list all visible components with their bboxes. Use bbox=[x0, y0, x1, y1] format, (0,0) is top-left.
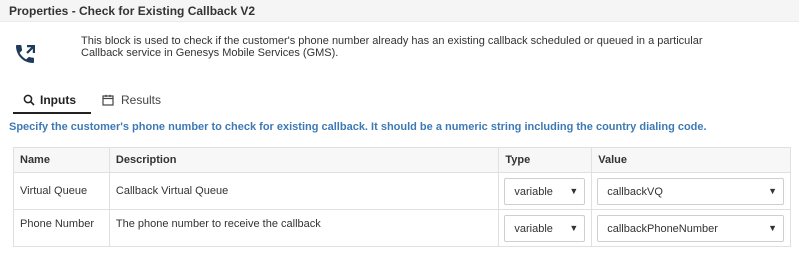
column-header-type: Type bbox=[498, 147, 593, 173]
tab-results-label: Results bbox=[121, 93, 162, 107]
row-description: Callback Virtual Queue bbox=[108, 172, 500, 210]
dropdown-arrow-icon: ▼ bbox=[569, 185, 579, 196]
table-row: Virtual Queue Callback Virtual Queue var… bbox=[13, 172, 791, 210]
page-title: Properties - Check for Existing Callback… bbox=[9, 4, 256, 18]
type-select-value: variable bbox=[514, 222, 553, 235]
value-select-value: callbackPhoneNumber bbox=[607, 222, 718, 235]
phone-callback-icon bbox=[16, 45, 35, 63]
value-select[interactable]: callbackPhoneNumber ▼ bbox=[597, 214, 784, 242]
input-instruction: Specify the customer's phone number to c… bbox=[9, 121, 707, 133]
inputs-table: Name Description Type Value Virtual Queu… bbox=[13, 147, 791, 247]
dropdown-arrow-icon: ▼ bbox=[569, 222, 579, 233]
row-name: Virtual Queue bbox=[13, 172, 110, 210]
calendar-icon bbox=[102, 94, 114, 106]
dropdown-arrow-icon: ▼ bbox=[768, 185, 777, 196]
dropdown-arrow-icon: ▼ bbox=[768, 222, 777, 233]
type-select-value: variable bbox=[514, 185, 553, 198]
type-select[interactable]: variable ▼ bbox=[504, 214, 586, 242]
row-description: The phone number to receive the callback bbox=[108, 209, 500, 247]
properties-title-bar: Properties - Check for Existing Callback… bbox=[0, 0, 799, 22]
tab-inputs-label: Inputs bbox=[40, 93, 76, 107]
column-header-description: Description bbox=[108, 147, 500, 173]
tab-inputs[interactable]: Inputs bbox=[13, 90, 91, 114]
tab-bar: Inputs Results bbox=[13, 90, 178, 114]
block-description: This block is used to check if the custo… bbox=[81, 35, 703, 59]
table-row: Phone Number The phone number to receive… bbox=[13, 209, 791, 247]
search-icon bbox=[23, 94, 35, 106]
column-header-value: Value bbox=[591, 147, 791, 173]
column-header-name: Name bbox=[13, 147, 110, 173]
table-header-row: Name Description Type Value bbox=[13, 147, 791, 173]
value-select-value: callbackVQ bbox=[607, 185, 663, 198]
tab-results[interactable]: Results bbox=[101, 90, 178, 114]
value-select[interactable]: callbackVQ ▼ bbox=[597, 177, 784, 205]
row-name: Phone Number bbox=[13, 209, 110, 247]
type-select[interactable]: variable ▼ bbox=[504, 177, 586, 205]
